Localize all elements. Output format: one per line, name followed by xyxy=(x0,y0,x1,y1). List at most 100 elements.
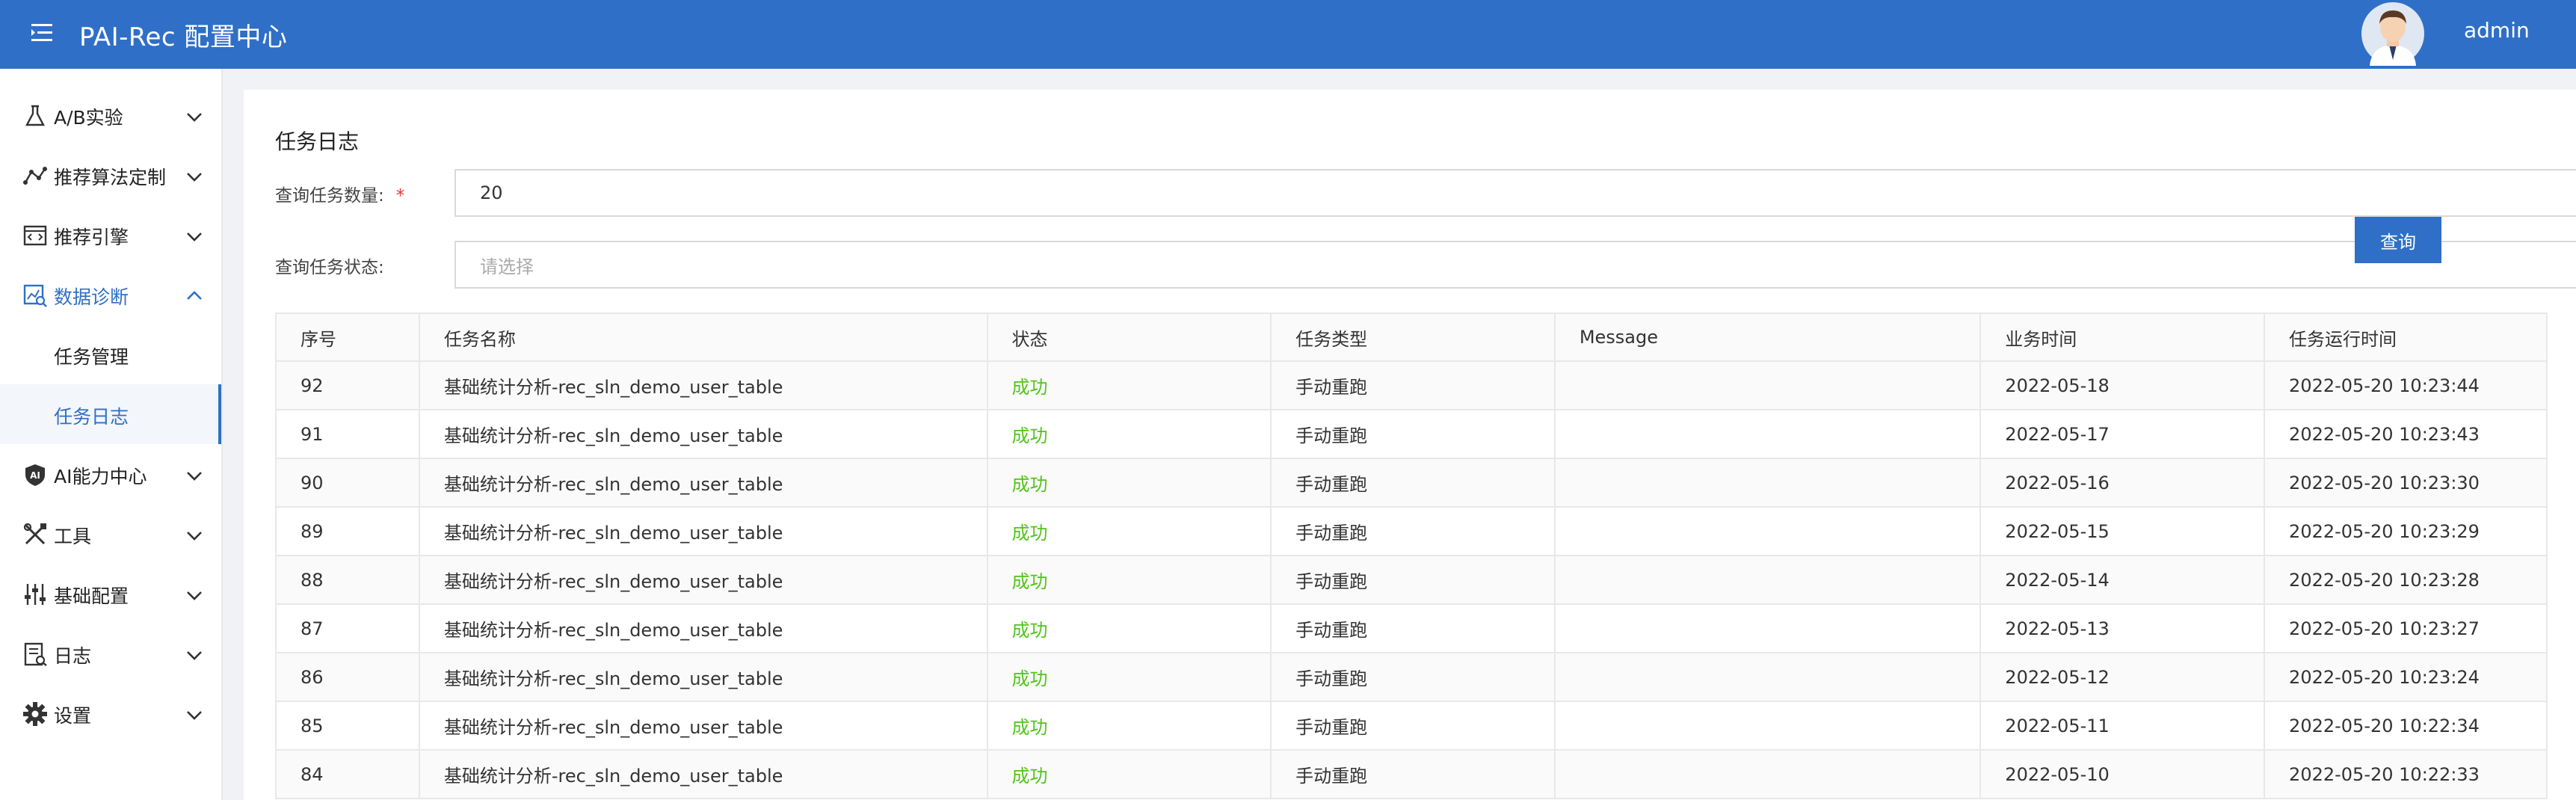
flask-icon xyxy=(22,103,48,129)
count-label: 查询任务数量: * xyxy=(275,181,404,206)
sidebar-subitem-label: 任务日志 xyxy=(54,406,129,428)
svg-text:AI: AI xyxy=(30,470,40,481)
sidebar-item-settings[interactable]: 设置 xyxy=(0,683,221,743)
cell-task-type: 手动重跑 xyxy=(1270,506,1556,556)
tools-icon xyxy=(22,522,48,547)
cell-business-time: 2022-05-11 xyxy=(1979,701,2266,751)
cell-business-time: 2022-05-17 xyxy=(1979,409,2266,459)
cell-business-time: 2022-05-16 xyxy=(1979,458,2266,508)
cell-id: 84 xyxy=(275,749,420,799)
chart-search-icon xyxy=(22,283,48,308)
sidebar-item-tools[interactable]: 工具 xyxy=(0,504,221,564)
avatar[interactable] xyxy=(2361,1,2425,66)
cell-run-time: 2022-05-20 10:23:30 xyxy=(2264,458,2548,508)
sidebar-item-basic-config[interactable]: 基础配置 xyxy=(0,564,221,624)
table-row[interactable]: 89 基础统计分析-rec_sln_demo_user_table 成功 手动重跑 20… xyxy=(275,506,2548,556)
content-top-gutter xyxy=(223,69,2576,90)
sidebar-item-log[interactable]: 日志 xyxy=(0,624,221,683)
table-row[interactable]: 92 基础统计分析-rec_sln_demo_user_table 成功 手动重跑 20… xyxy=(275,360,2548,410)
cell-business-time: 2022-05-13 xyxy=(1979,603,2266,653)
sidebar-item-engine[interactable]: 推荐引擎 xyxy=(0,205,221,265)
cell-business-time: 2022-05-12 xyxy=(1979,652,2266,702)
table-row[interactable]: 84 基础统计分析-rec_sln_demo_user_table 成功 手动重跑 20… xyxy=(275,749,2548,799)
cell-id: 91 xyxy=(275,409,420,459)
table-row[interactable]: 88 基础统计分析-rec_sln_demo_user_table 成功 手动重跑 20… xyxy=(275,555,2548,605)
cell-status: 成功 xyxy=(986,701,1272,751)
sidebar-item-label: 推荐引擎 xyxy=(54,227,129,248)
column-header-id[interactable]: 序号 xyxy=(275,313,420,362)
column-header-task-name[interactable]: 任务名称 xyxy=(418,313,988,362)
cell-task-type: 手动重跑 xyxy=(1270,749,1556,799)
cell-task-name: 基础统计分析-rec_sln_demo_user_table xyxy=(418,749,988,799)
table-row[interactable]: 91 基础统计分析-rec_sln_demo_user_table 成功 手动重跑 20… xyxy=(275,409,2548,459)
cell-task-name: 基础统计分析-rec_sln_demo_user_table xyxy=(418,458,988,508)
cell-run-time: 2022-05-20 10:22:33 xyxy=(2264,749,2548,799)
cell-task-type: 手动重跑 xyxy=(1270,458,1556,508)
chevron-down-icon xyxy=(184,644,205,665)
task-count-input[interactable]: 20 xyxy=(455,169,2576,217)
required-mark: * xyxy=(395,186,405,206)
cell-task-name: 基础统计分析-rec_sln_demo_user_table xyxy=(418,603,988,653)
menu-fold-icon[interactable] xyxy=(27,18,57,48)
task-status-placeholder: 请选择 xyxy=(480,256,534,277)
cell-message xyxy=(1553,749,1982,799)
cell-status: 成功 xyxy=(986,652,1272,702)
column-header-business-time[interactable]: 业务时间 xyxy=(1979,313,2266,362)
table-row[interactable]: 87 基础统计分析-rec_sln_demo_user_table 成功 手动重跑 20… xyxy=(275,603,2548,653)
user-name[interactable]: admin xyxy=(2464,18,2530,43)
sidebar-item-ab-test[interactable]: A/B实验 xyxy=(0,85,221,145)
sidebar-item-label: AI能力中心 xyxy=(54,466,147,487)
column-header-status[interactable]: 状态 xyxy=(986,313,1272,362)
top-header: PAI-Rec 配置中心 admin xyxy=(0,0,2576,69)
cell-task-name: 基础统计分析-rec_sln_demo_user_table xyxy=(418,506,988,556)
cell-run-time: 2022-05-20 10:23:44 xyxy=(2264,360,2548,410)
log-document-icon xyxy=(22,641,48,667)
cell-message xyxy=(1553,360,1982,410)
table-row[interactable]: 85 基础统计分析-rec_sln_demo_user_table 成功 手动重跑 20… xyxy=(275,701,2548,751)
app-title: PAI-Rec 配置中心 xyxy=(79,22,288,52)
chevron-down-icon xyxy=(184,704,205,725)
sidebar-item-ai-center[interactable]: AI AI能力中心 xyxy=(0,444,221,504)
cell-message xyxy=(1553,652,1982,702)
chevron-down-icon xyxy=(184,525,205,546)
task-count-value: 20 xyxy=(480,182,503,203)
chevron-down-icon xyxy=(184,585,205,606)
cell-id: 86 xyxy=(275,652,420,702)
cell-status: 成功 xyxy=(986,603,1272,653)
cell-task-name: 基础统计分析-rec_sln_demo_user_table xyxy=(418,555,988,605)
cell-id: 87 xyxy=(275,603,420,653)
cell-task-type: 手动重跑 xyxy=(1270,603,1556,653)
sidebar-item-label: A/B实验 xyxy=(54,107,123,129)
sidebar-subitem-task-log[interactable]: 任务日志 xyxy=(0,384,221,444)
sidebar-item-label: 设置 xyxy=(54,705,92,727)
task-status-select[interactable]: 请选择 xyxy=(455,241,2576,289)
table-row[interactable]: 90 基础统计分析-rec_sln_demo_user_table 成功 手动重跑 20… xyxy=(275,458,2548,508)
cell-status: 成功 xyxy=(986,458,1272,508)
cell-message xyxy=(1553,555,1982,605)
cell-task-name: 基础统计分析-rec_sln_demo_user_table xyxy=(418,701,988,751)
table-row[interactable]: 86 基础统计分析-rec_sln_demo_user_table 成功 手动重跑 20… xyxy=(275,652,2548,702)
cell-task-name: 基础统计分析-rec_sln_demo_user_table xyxy=(418,360,988,410)
sidebar-subitem-task-management[interactable]: 任务管理 xyxy=(0,324,221,384)
chevron-down-icon xyxy=(184,106,205,127)
column-header-task-type[interactable]: 任务类型 xyxy=(1270,313,1556,362)
cell-message xyxy=(1553,458,1982,508)
query-button[interactable]: 查询 xyxy=(2355,217,2441,263)
cell-task-name: 基础统计分析-rec_sln_demo_user_table xyxy=(418,409,988,459)
sidebar-item-algorithm[interactable]: 推荐算法定制 xyxy=(0,145,221,205)
cell-status: 成功 xyxy=(986,506,1272,556)
cell-status: 成功 xyxy=(986,409,1272,459)
chevron-down-icon xyxy=(184,465,205,486)
content-gutter xyxy=(223,69,244,800)
sidebar: A/B实验 推荐算法定制 推荐引擎 数据诊断 任务管理 任务日志 AI AI能力… xyxy=(0,69,223,800)
sidebar-item-data-diagnosis[interactable]: 数据诊断 xyxy=(0,265,221,324)
cell-task-type: 手动重跑 xyxy=(1270,652,1556,702)
cell-task-type: 手动重跑 xyxy=(1270,360,1556,410)
ai-shield-icon: AI xyxy=(22,462,48,487)
page-title: 任务日志 xyxy=(275,129,360,154)
column-header-message[interactable]: Message xyxy=(1553,313,1982,362)
cell-status: 成功 xyxy=(986,749,1272,799)
cell-business-time: 2022-05-15 xyxy=(1979,506,2266,556)
cell-task-type: 手动重跑 xyxy=(1270,555,1556,605)
column-header-run-time[interactable]: 任务运行时间 xyxy=(2264,313,2548,362)
